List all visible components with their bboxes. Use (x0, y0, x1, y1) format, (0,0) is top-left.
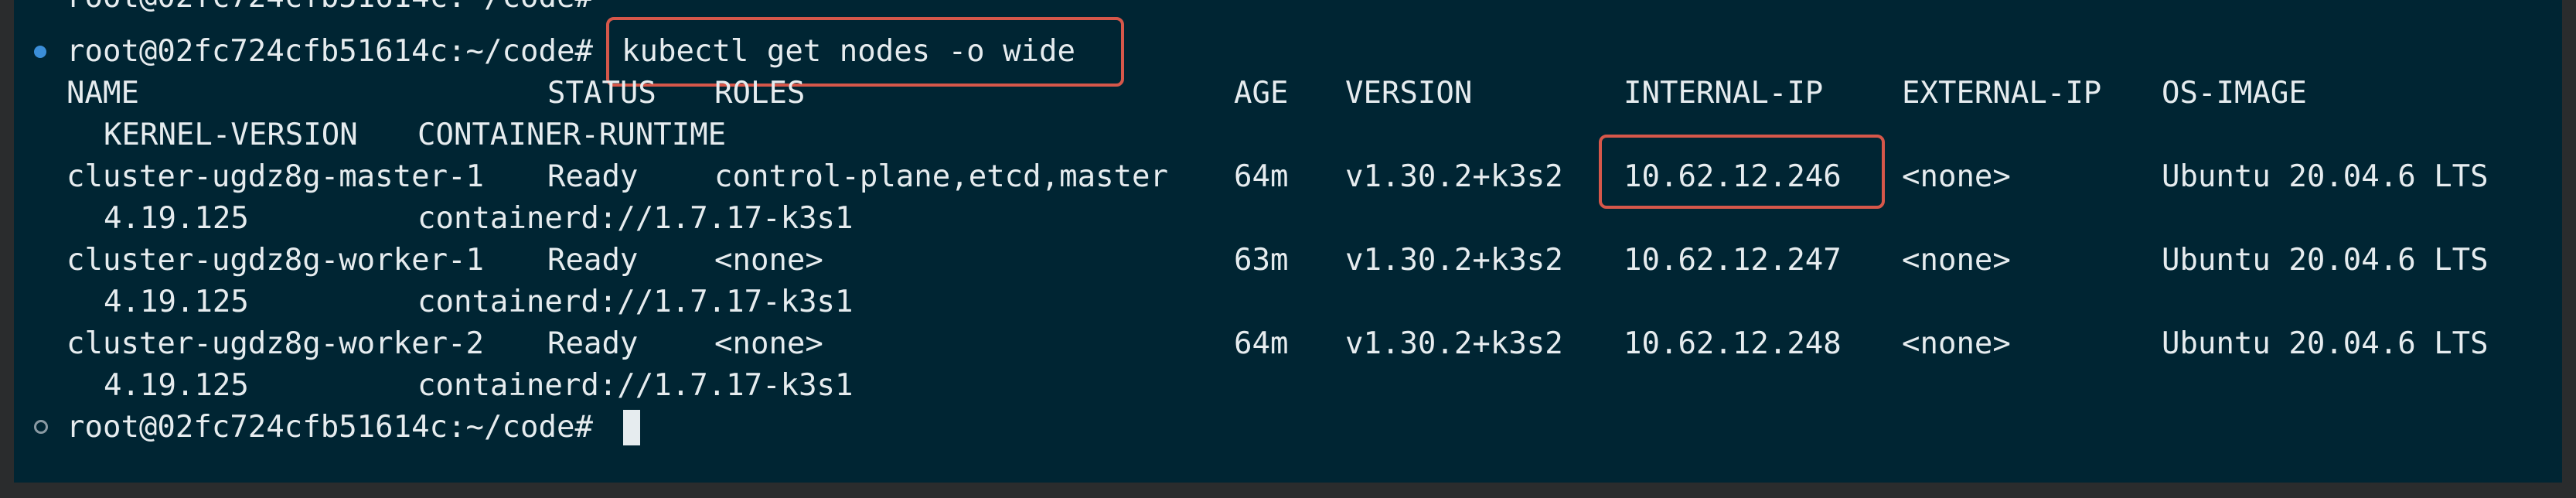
row-container-runtime: containerd://1.7.17-k3s1 (417, 285, 854, 319)
row-external-ip: <none> (1902, 243, 2011, 278)
header-container-runtime: CONTAINER-RUNTIME (417, 118, 727, 152)
previous-prompt-line: root@02fc724cfb51614c:~/code# (14, 0, 593, 19)
row-version: v1.30.2+k3s2 (1345, 326, 1563, 361)
table-row-wrap: 4.19.125 containerd://1.7.17-k3s1 (14, 281, 854, 323)
table-row-wrap: 4.19.125 containerd://1.7.17-k3s1 (14, 365, 854, 407)
header-status: STATUS (547, 76, 656, 111)
header-kernel-version: KERNEL-VERSION (104, 118, 358, 152)
header-external-ip: EXTERNAL-IP (1902, 76, 2102, 111)
internal-ip-highlight-box (1599, 135, 1885, 209)
table-header-wrap: KERNEL-VERSION CONTAINER-RUNTIME (14, 114, 726, 156)
row-status: Ready (547, 159, 639, 194)
header-internal-ip: INTERNAL-IP (1624, 76, 1824, 111)
table-header: NAME STATUS ROLES AGE VERSION INTERNAL-I… (14, 73, 2307, 114)
table-row: cluster-ugdz8g-master-1 Ready control-pl… (14, 156, 2489, 198)
header-os-image: OS-IMAGE (2162, 76, 2307, 111)
header-age: AGE (1234, 76, 1289, 111)
row-internal-ip: 10.62.12.247 (1624, 243, 1842, 278)
row-external-ip: <none> (1902, 159, 2011, 194)
row-status: Ready (547, 243, 639, 278)
header-roles: ROLES (714, 76, 806, 111)
terminal-window[interactable]: root@02fc724cfb51614c:~/code# root@02fc7… (14, 0, 2562, 483)
previous-prompt: root@02fc724cfb51614c:~/code# (66, 0, 593, 19)
row-internal-ip: 10.62.12.248 (1624, 326, 1842, 361)
command-highlight-box (606, 17, 1124, 87)
table-row: cluster-ugdz8g-worker-1 Ready <none> 63m… (14, 240, 2489, 281)
header-version: VERSION (1345, 76, 1473, 111)
row-version: v1.30.2+k3s2 (1345, 159, 1563, 194)
current-prompt-line[interactable]: root@02fc724cfb51614c:~/code# (14, 407, 593, 449)
row-kernel-version: 4.19.125 (104, 285, 249, 319)
header-name: NAME (66, 76, 139, 111)
row-name: cluster-ugdz8g-worker-2 (66, 326, 485, 361)
command-line: root@02fc724cfb51614c:~/code# kubectl ge… (14, 31, 1075, 73)
row-roles: <none> (714, 326, 823, 361)
row-age: 64m (1234, 159, 1289, 194)
row-os-image: Ubuntu 20.04.6 LTS (2162, 326, 2489, 361)
table-row-wrap: 4.19.125 containerd://1.7.17-k3s1 (14, 198, 854, 240)
table-row: cluster-ugdz8g-worker-2 Ready <none> 64m… (14, 323, 2489, 365)
row-age: 63m (1234, 243, 1289, 278)
row-name: cluster-ugdz8g-worker-1 (66, 243, 485, 278)
row-container-runtime: containerd://1.7.17-k3s1 (417, 368, 854, 403)
row-status: Ready (547, 326, 639, 361)
row-kernel-version: 4.19.125 (104, 201, 249, 236)
row-name: cluster-ugdz8g-master-1 (66, 159, 485, 194)
row-age: 64m (1234, 326, 1289, 361)
row-version: v1.30.2+k3s2 (1345, 243, 1563, 278)
row-os-image: Ubuntu 20.04.6 LTS (2162, 159, 2489, 194)
row-external-ip: <none> (1902, 326, 2011, 361)
row-roles: <none> (714, 243, 823, 278)
prompt: root@02fc724cfb51614c:~/code# (66, 410, 593, 445)
prompt: root@02fc724cfb51614c:~/code# (66, 34, 593, 69)
row-roles: control-plane,etcd,master (714, 159, 1168, 194)
terminal-cursor (623, 410, 640, 445)
row-container-runtime: containerd://1.7.17-k3s1 (417, 201, 854, 236)
row-kernel-version: 4.19.125 (104, 368, 249, 403)
row-os-image: Ubuntu 20.04.6 LTS (2162, 243, 2489, 278)
